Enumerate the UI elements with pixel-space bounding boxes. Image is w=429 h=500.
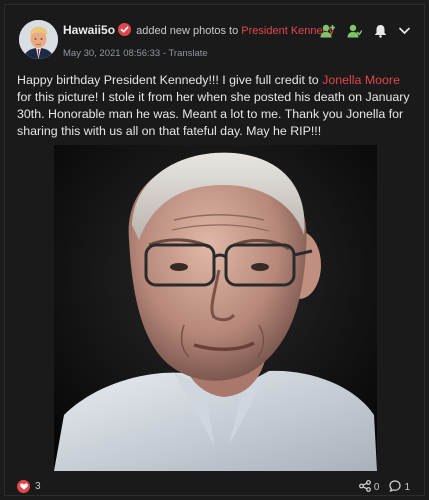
comments-count: 1	[404, 482, 410, 493]
comment-icon	[389, 480, 402, 495]
mention-link[interactable]: Jonella Moore	[322, 73, 400, 87]
post-card: Hawaii5o added new photos to President K…	[4, 4, 425, 496]
engagement-stats: 0 1	[358, 480, 410, 495]
post-header: Hawaii5o added new photos to President K…	[63, 23, 334, 39]
post-text-part2: for this picture! I stole it from her wh…	[17, 90, 410, 138]
author-name[interactable]: Hawaii5o	[63, 23, 115, 37]
chevron-down-icon[interactable]	[399, 27, 410, 35]
shares-counter[interactable]: 0	[358, 480, 380, 495]
heart-icon	[17, 480, 30, 493]
add-friend-icon[interactable]	[320, 24, 335, 38]
post-photo[interactable]	[54, 145, 377, 471]
post-timestamp[interactable]: May 30, 2021 08:56:33	[63, 48, 160, 59]
translate-link[interactable]: Translate	[168, 48, 207, 59]
post-text-part1: Happy birthday President Kennedy!!! I gi…	[17, 73, 323, 87]
verified-badge-icon	[118, 23, 132, 39]
post-action-text: added new photos to	[136, 25, 239, 37]
shares-count: 0	[373, 482, 380, 493]
avatar[interactable]	[19, 20, 58, 59]
follow-user-icon[interactable]	[347, 24, 363, 38]
likes-counter[interactable]: 3	[17, 480, 41, 493]
post-body: Happy birthday President Kennedy!!! I gi…	[17, 72, 415, 140]
bell-icon[interactable]	[374, 24, 387, 38]
post-footer: 3 0 1	[5, 478, 424, 496]
likes-count: 3	[35, 481, 41, 492]
post-meta: May 30, 2021 08:56:33 - Translate	[63, 48, 208, 59]
share-icon	[358, 480, 371, 495]
header-actions	[320, 24, 410, 38]
comments-counter[interactable]: 1	[389, 480, 410, 495]
